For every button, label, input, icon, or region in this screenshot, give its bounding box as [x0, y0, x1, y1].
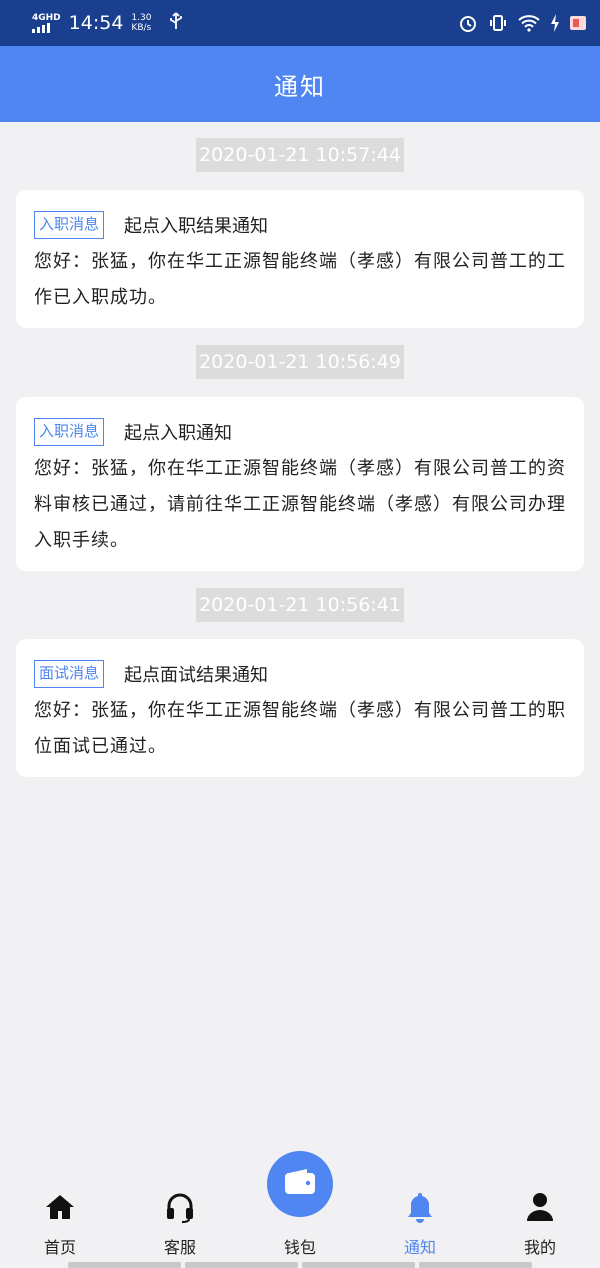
nav-home-label: 首页 [43, 1238, 76, 1257]
network-type: 4GHD [32, 13, 61, 23]
alarm-icon [458, 13, 478, 33]
wifi-icon [518, 14, 540, 32]
signal-indicator: 4GHD [32, 13, 61, 33]
wallet-icon [283, 1168, 317, 1200]
signal-bars-icon [32, 23, 50, 33]
page-header: 通知 [0, 46, 600, 122]
notification-card[interactable]: 入职消息 起点入职通知 您好：张猛，你在华工正源智能终端（孝感）有限公司普工的资… [16, 397, 584, 571]
timestamp-row: 2020-01-21 10:57:44 [0, 138, 600, 172]
card-header: 入职消息 起点入职通知 [34, 417, 566, 447]
notification-timestamp: 2020-01-21 10:57:44 [196, 138, 404, 172]
notification-tag: 面试消息 [34, 660, 105, 688]
notification-timestamp: 2020-01-21 10:56:41 [196, 588, 404, 622]
notification-tag: 入职消息 [34, 418, 105, 446]
card-header: 入职消息 起点入职结果通知 [34, 210, 566, 240]
nav-mine[interactable]: 我的 [480, 1190, 600, 1258]
nav-notify-label: 通知 [403, 1238, 436, 1257]
notification-timestamp: 2020-01-21 10:56:49 [196, 345, 404, 379]
timestamp-row: 2020-01-21 10:56:49 [0, 345, 600, 379]
timestamp-row: 2020-01-21 10:56:41 [0, 588, 600, 622]
charging-icon [550, 14, 560, 32]
gesture-bar [68, 1262, 532, 1268]
bell-icon [406, 1190, 434, 1224]
notification-body: 您好：张猛，你在华工正源智能终端（孝感）有限公司普工的职位面试已通过。 [34, 700, 566, 757]
usb-icon [169, 11, 183, 35]
nav-wallet-label: 钱包 [283, 1238, 316, 1257]
notification-tag: 入职消息 [34, 211, 105, 239]
nav-service[interactable]: 客服 [120, 1190, 240, 1258]
home-icon [45, 1190, 75, 1224]
card-header: 面试消息 起点面试结果通知 [34, 659, 566, 689]
notification-title: 起点入职通知 [124, 423, 233, 444]
status-time: 14:54 [68, 12, 124, 34]
network-speed-unit: KB/s [131, 23, 152, 33]
notification-title: 起点面试结果通知 [124, 665, 269, 686]
network-speed: 1.30 KB/s [131, 13, 151, 33]
headset-icon [165, 1190, 195, 1224]
nav-home[interactable]: 首页 [0, 1190, 120, 1258]
network-speed-value: 1.30 [131, 13, 152, 23]
page-title: 通知 [274, 72, 326, 101]
vibrate-icon [488, 13, 508, 33]
nav-service-label: 客服 [163, 1238, 196, 1257]
notification-title: 起点入职结果通知 [124, 216, 269, 237]
notification-body: 您好：张猛，你在华工正源智能终端（孝感）有限公司普工的工作已入职成功。 [34, 251, 566, 308]
wallet-button[interactable] [267, 1151, 333, 1217]
battery-icon [570, 16, 586, 30]
nav-notify[interactable]: 通知 [360, 1190, 480, 1258]
nav-mine-label: 我的 [523, 1238, 556, 1257]
notification-body: 您好：张猛，你在华工正源智能终端（孝感）有限公司普工的资料审核已通过，请前往华工… [34, 458, 566, 551]
notification-card[interactable]: 入职消息 起点入职结果通知 您好：张猛，你在华工正源智能终端（孝感）有限公司普工… [16, 190, 584, 328]
user-icon [526, 1190, 554, 1224]
notification-card[interactable]: 面试消息 起点面试结果通知 您好：张猛，你在华工正源智能终端（孝感）有限公司普工… [16, 639, 584, 777]
status-bar: 4GHD 14:54 1.30 KB/s [0, 0, 600, 46]
